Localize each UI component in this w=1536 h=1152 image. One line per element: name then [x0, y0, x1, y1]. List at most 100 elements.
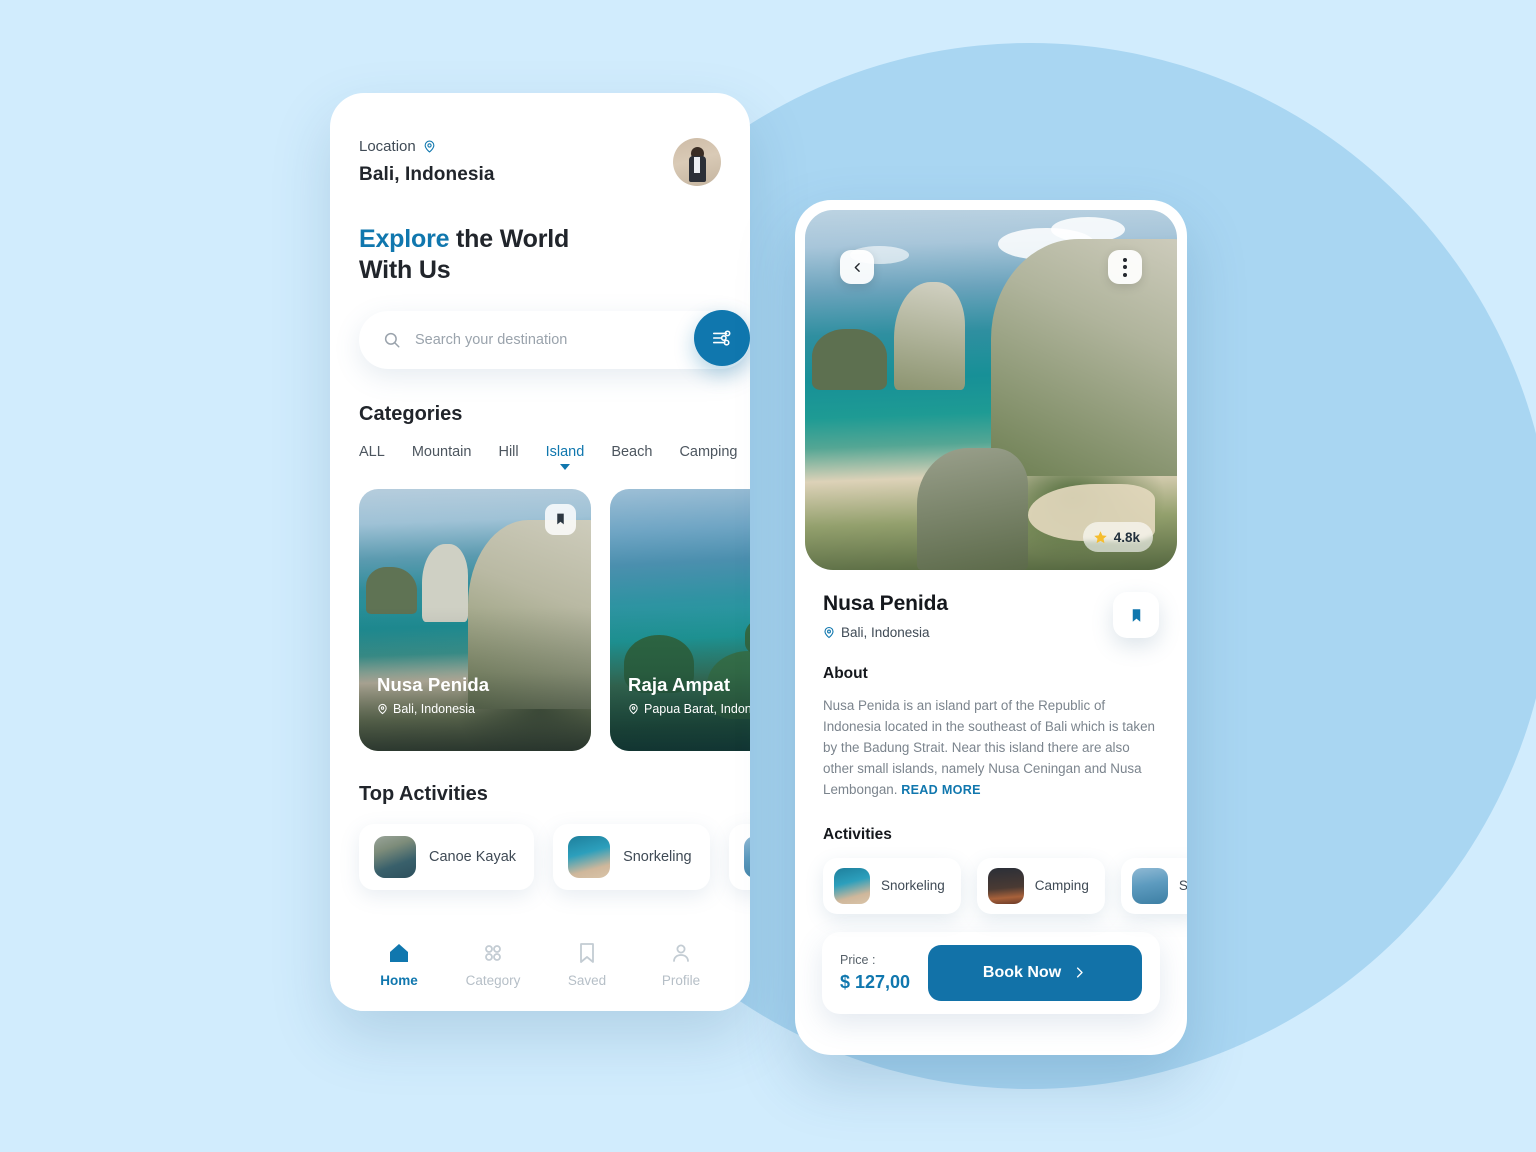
destination-location: Bali, Indonesia [377, 702, 489, 716]
destination-name: Raja Ampat [628, 673, 731, 695]
search-input[interactable] [415, 331, 645, 348]
more-vertical-icon [1123, 257, 1127, 277]
activity-card-canoe-kayak[interactable]: Canoe Kayak [359, 823, 535, 890]
about-title: About [823, 665, 868, 682]
activity-card-snorkeling[interactable]: Snorkeling [823, 857, 961, 914]
bottom-navigation: Home Category Saved Profile [330, 927, 750, 1011]
destination-location-text: Papua Barat, Indonesia [644, 701, 750, 716]
rating-badge: 4.8k [1082, 522, 1153, 552]
chevron-left-icon [854, 262, 860, 272]
avatar-shirt [694, 156, 700, 173]
app-mockup-stage: Location Bali, Indonesia Explore the Wor [0, 0, 1536, 1152]
nav-tab-label: Profile [661, 972, 701, 988]
location-pin-icon [378, 703, 387, 714]
detail-location-text: Bali, Indonesia [841, 625, 930, 640]
destination-caption: Raja Ampat Papua Barat, Indonesia [628, 674, 750, 716]
filter-sliders-icon [712, 329, 731, 346]
location-label: Location [359, 138, 416, 155]
nav-tab-label: Saved [567, 972, 607, 988]
more-options-button[interactable] [1108, 250, 1142, 284]
location-pin-icon [629, 703, 638, 714]
nav-tab-profile[interactable]: Profile [646, 941, 716, 988]
grid-icon [485, 944, 501, 961]
nav-tab-saved[interactable]: Saved [552, 941, 622, 988]
activity-thumbnail [568, 835, 611, 878]
destination-card-raja-ampat[interactable]: Raja Ampat Papua Barat, Indonesia [610, 488, 750, 751]
price-label: Price : [840, 952, 876, 967]
price-block: Price : $ 127,00 [840, 953, 910, 993]
categories-title: Categories [359, 402, 463, 425]
nav-tab-label: Category [465, 972, 521, 988]
activity-label: Snorkeling [623, 848, 692, 865]
price-value: $ 127,00 [840, 971, 911, 992]
nav-tab-label: Home [380, 972, 418, 988]
category-tab-hill[interactable]: Hill [498, 444, 518, 470]
detail-header: Nusa Penida Bali, Indonesia [823, 592, 1159, 640]
search-area [359, 309, 750, 369]
category-tabs: ALL Mountain Hill Island Beach Camping [359, 444, 737, 470]
activity-thumbnail [987, 867, 1024, 904]
search-icon [384, 332, 400, 347]
chevron-right-icon [1077, 967, 1083, 978]
top-activities-list: Canoe Kayak Snorkeling [359, 823, 750, 890]
category-tab-all[interactable]: ALL [359, 444, 385, 470]
about-text-block: Nusa Penida is an island part of the Rep… [823, 696, 1159, 801]
activity-label: Canoe Kayak [429, 848, 517, 865]
avatar[interactable] [673, 138, 721, 186]
location-pin-icon [424, 140, 435, 153]
activity-thumbnail [743, 835, 750, 878]
back-button[interactable] [840, 250, 874, 284]
activity-card-camping[interactable]: Camping [976, 857, 1105, 914]
activity-thumbnail [374, 835, 416, 878]
book-now-label: Book Now [982, 963, 1062, 981]
location-label-row: Location [359, 138, 495, 155]
bookmark-icon [557, 513, 564, 525]
bookmark-button[interactable] [545, 503, 576, 535]
search-box[interactable] [359, 310, 750, 369]
activity-thumbnail [834, 867, 870, 904]
bookmark-icon [580, 942, 594, 963]
activities-title: Activities [823, 825, 892, 843]
activity-thumbnail [1131, 867, 1168, 904]
activity-label: Sp [1178, 878, 1187, 894]
nav-tab-category[interactable]: Category [458, 941, 528, 988]
price-booking-bar: Price : $ 127,00 Book Now [822, 931, 1160, 1014]
headline-accent: Explore [359, 225, 450, 253]
destination-location-text: Bali, Indonesia [393, 701, 476, 716]
category-tab-mountain[interactable]: Mountain [412, 444, 472, 470]
activity-label: Snorkeling [881, 878, 945, 894]
destination-list: Nusa Penida Bali, Indonesia Raja Ampat P… [359, 488, 750, 751]
destination-card-nusa-penida[interactable]: Nusa Penida Bali, Indonesia [359, 488, 591, 751]
detail-title: Nusa Penida [823, 592, 948, 615]
rating-value: 4.8k [1113, 529, 1140, 545]
destination-location: Papua Barat, Indonesia [628, 702, 750, 716]
bookmark-icon [1132, 608, 1140, 622]
person-icon [673, 944, 689, 962]
destination-caption: Nusa Penida Bali, Indonesia [377, 674, 489, 716]
headline-line2: With Us [359, 256, 451, 285]
detail-location: Bali, Indonesia [823, 625, 948, 640]
star-icon [1093, 530, 1107, 543]
category-tab-island[interactable]: Island [546, 444, 584, 470]
activity-card-partial[interactable] [728, 823, 750, 890]
activity-label: Camping [1034, 878, 1089, 894]
page-title: Explore the World With Us [359, 224, 721, 287]
detail-screen-phone: 4.8k Nusa Penida Bali, Indonesia About N… [795, 200, 1187, 1055]
location-pin-icon [824, 626, 834, 639]
book-now-button[interactable]: Book Now [928, 944, 1142, 1001]
home-screen-phone: Location Bali, Indonesia Explore the Wor [330, 93, 750, 1011]
detail-activities-list: Snorkeling Camping Sp [823, 857, 1187, 914]
activity-card-partial[interactable]: Sp [1120, 857, 1187, 914]
activity-card-snorkeling[interactable]: Snorkeling [553, 823, 710, 890]
destination-name: Nusa Penida [377, 673, 490, 695]
location-value: Bali, Indonesia [359, 164, 495, 185]
bookmark-button[interactable] [1113, 592, 1159, 638]
home-icon [390, 943, 408, 962]
about-text: Nusa Penida is an island part of the Rep… [823, 698, 1156, 797]
category-tab-beach[interactable]: Beach [611, 444, 652, 470]
filter-button[interactable] [694, 309, 750, 366]
read-more-link[interactable]: READ MORE [901, 783, 981, 797]
category-tab-camping[interactable]: Camping [679, 444, 737, 470]
nav-tab-home[interactable]: Home [364, 941, 434, 988]
top-activities-title: Top Activities [359, 782, 488, 805]
